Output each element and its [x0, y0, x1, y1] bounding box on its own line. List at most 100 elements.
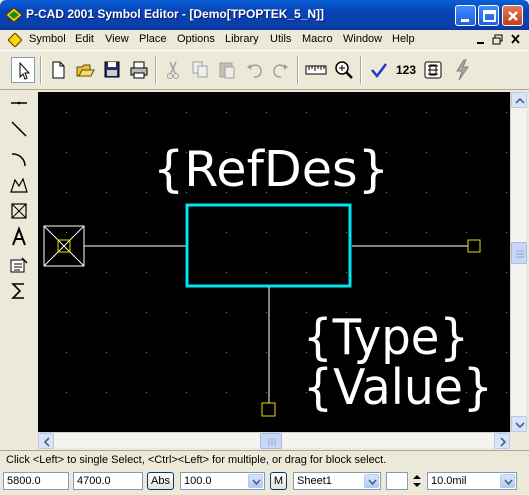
- scroll-down-button[interactable]: [511, 416, 527, 432]
- symbol-wizard-button[interactable]: [421, 57, 445, 83]
- grid-dot: [386, 232, 387, 233]
- toolbar-separator: [40, 56, 42, 84]
- document-icon[interactable]: [7, 32, 23, 48]
- menu-symbol[interactable]: Symbol: [29, 33, 66, 45]
- grid-dot: [306, 112, 307, 113]
- symbol-body-rect[interactable]: [185, 203, 352, 288]
- scroll-right-button[interactable]: [494, 433, 510, 449]
- grid-dot: [266, 312, 267, 313]
- menu-library[interactable]: Library: [225, 33, 259, 45]
- lightning-button[interactable]: [450, 57, 474, 83]
- x-coordinate-field[interactable]: 5800.0: [3, 472, 69, 490]
- toolbar-separator: [360, 56, 362, 84]
- sheet-select[interactable]: Sheet1: [293, 472, 381, 490]
- cut-button[interactable]: [161, 57, 185, 83]
- chevron-down-icon: [368, 479, 377, 486]
- place-ieee-symbol-button[interactable]: [8, 280, 30, 302]
- sheet-dropdown-button[interactable]: [364, 474, 379, 488]
- new-button[interactable]: [46, 57, 70, 83]
- grid-dot: [186, 112, 187, 113]
- grid-dot: [506, 392, 507, 393]
- y-coordinate-field[interactable]: 4700.0: [73, 472, 143, 490]
- paste-button[interactable]: [215, 57, 239, 83]
- menu-window[interactable]: Window: [343, 33, 382, 45]
- zoom-dropdown-button[interactable]: [248, 474, 263, 488]
- grid-dot: [146, 112, 147, 113]
- minimize-button[interactable]: [455, 5, 476, 26]
- abs-rel-toggle-button[interactable]: Abs: [147, 472, 174, 490]
- symbol-canvas[interactable]: {RefDes} {Type} {Value}: [38, 92, 510, 432]
- type-attribute[interactable]: {Type}: [303, 309, 469, 366]
- place-field-button[interactable]: [8, 200, 30, 222]
- mdi-restore-button[interactable]: [491, 33, 505, 46]
- menu-utils[interactable]: Utils: [270, 33, 291, 45]
- scroll-left-button[interactable]: [38, 433, 54, 449]
- grid-select[interactable]: 10.0mil: [427, 472, 517, 490]
- grid-dot: [266, 352, 267, 353]
- place-arc-button[interactable]: [8, 148, 30, 170]
- pin-3-marker[interactable]: [261, 402, 276, 417]
- ruler-icon: [305, 65, 327, 75]
- grid-dropdown-button[interactable]: [500, 474, 515, 488]
- zoom-button[interactable]: [332, 57, 356, 83]
- place-pin-button[interactable]: [8, 92, 30, 114]
- line-width-spinner[interactable]: [410, 472, 424, 490]
- place-attribute-button[interactable]: [8, 254, 30, 276]
- place-polygon-button[interactable]: [8, 174, 30, 196]
- menu-options[interactable]: Options: [177, 33, 215, 45]
- menu-view[interactable]: View: [105, 33, 129, 45]
- grid-dot: [426, 232, 427, 233]
- maximize-icon: [483, 10, 496, 22]
- vertical-scrollbar[interactable]: [510, 92, 527, 432]
- menu-macro[interactable]: Macro: [302, 33, 333, 45]
- place-line-button[interactable]: [8, 118, 30, 140]
- pin-2-marker[interactable]: [467, 239, 481, 253]
- undo-button[interactable]: [242, 57, 266, 83]
- grid-dot: [146, 312, 147, 313]
- text-a-icon: [12, 226, 26, 246]
- validate-button[interactable]: [367, 57, 391, 83]
- floppy-disk-icon: [104, 61, 120, 78]
- mdi-minimize-button[interactable]: [474, 33, 488, 46]
- menu-edit[interactable]: Edit: [75, 33, 94, 45]
- line-width-field[interactable]: [386, 472, 408, 490]
- placement-toolbar: [4, 90, 34, 455]
- pcad-app-icon[interactable]: [5, 7, 23, 23]
- horizontal-scroll-thumb[interactable]: [260, 433, 282, 449]
- open-button[interactable]: [73, 57, 97, 83]
- value-attribute[interactable]: {Value}: [303, 359, 493, 416]
- zoom-value: 100.0: [184, 475, 212, 487]
- maximize-button[interactable]: [478, 5, 499, 26]
- save-button[interactable]: [100, 57, 124, 83]
- mdi-close-button[interactable]: [509, 33, 523, 46]
- layer-m-button[interactable]: M: [270, 472, 287, 490]
- grid-dot: [466, 192, 467, 193]
- chevron-down-icon: [252, 479, 261, 486]
- menu-help[interactable]: Help: [392, 33, 415, 45]
- canvas-drawing[interactable]: {RefDes} {Type} {Value}: [38, 92, 510, 432]
- menu-place[interactable]: Place: [139, 33, 167, 45]
- grid-dot: [186, 392, 187, 393]
- status-message: Click <Left> to single Select, <Ctrl><Le…: [6, 454, 387, 466]
- place-text-button[interactable]: [8, 226, 30, 248]
- pin-icon: [11, 101, 27, 105]
- horizontal-scrollbar[interactable]: [38, 432, 510, 449]
- polygon-icon: [10, 177, 28, 193]
- close-button[interactable]: [502, 5, 523, 26]
- attribute-tag-icon: [10, 257, 28, 273]
- renumber-button[interactable]: 123: [393, 57, 419, 83]
- zoom-select[interactable]: 100.0: [180, 472, 265, 490]
- scroll-up-button[interactable]: [511, 92, 527, 108]
- measure-button[interactable]: [304, 57, 328, 83]
- grid-dot: [146, 352, 147, 353]
- print-button[interactable]: [127, 57, 151, 83]
- select-tool-button[interactable]: [11, 57, 35, 83]
- copy-button[interactable]: [188, 57, 212, 83]
- redo-button[interactable]: [269, 57, 293, 83]
- refdes-attribute[interactable]: {RefDes}: [153, 141, 389, 198]
- open-folder-icon: [76, 64, 95, 77]
- vertical-scroll-thumb[interactable]: [511, 242, 527, 264]
- spinner-arrows-icon: [413, 475, 421, 487]
- grid-dot: [106, 272, 107, 273]
- grid-dot: [146, 232, 147, 233]
